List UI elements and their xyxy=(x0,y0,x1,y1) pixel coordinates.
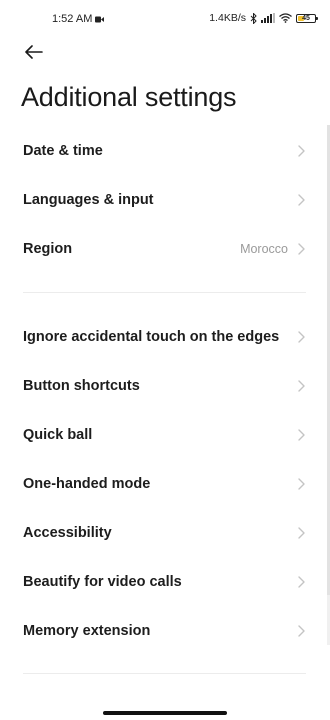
signal-icon xyxy=(261,13,275,23)
chevron-right-icon xyxy=(296,242,306,256)
chevron-right-icon xyxy=(296,624,306,638)
battery-level: 45 xyxy=(302,14,310,22)
settings-item-region[interactable]: Region Morocco xyxy=(0,224,330,273)
settings-item-ignore-touch[interactable]: Ignore accidental touch on the edges xyxy=(0,312,330,361)
chevron-right-icon xyxy=(296,428,306,442)
settings-item-label: Memory extension xyxy=(23,622,151,639)
chevron-right-icon xyxy=(296,477,306,491)
page-title: Additional settings xyxy=(21,82,237,112)
bluetooth-icon xyxy=(250,12,257,24)
region-value: Morocco xyxy=(240,241,288,256)
settings-item-quick-ball[interactable]: Quick ball xyxy=(0,410,330,459)
chevron-right-icon xyxy=(296,144,306,158)
status-bar: 1:52 AM 1.4KB/s 45 xyxy=(0,0,330,38)
section-divider xyxy=(23,292,306,293)
back-button[interactable] xyxy=(20,40,48,64)
section-divider xyxy=(23,673,306,674)
home-indicator[interactable] xyxy=(103,711,227,715)
chevron-right-icon xyxy=(296,379,306,393)
network-speed: 1.4KB/s xyxy=(209,12,246,24)
arrow-left-icon xyxy=(25,45,43,59)
settings-item-label: Quick ball xyxy=(23,426,93,443)
settings-item-label: Ignore accidental touch on the edges xyxy=(23,328,280,345)
settings-item-label: Region xyxy=(23,240,73,257)
settings-item-beautify[interactable]: Beautify for video calls xyxy=(0,557,330,606)
screen: 1:52 AM 1.4KB/s 45 Additional settings D… xyxy=(0,0,330,720)
settings-item-label: Languages & input xyxy=(23,191,154,208)
settings-item-languages-input[interactable]: Languages & input xyxy=(0,175,330,224)
settings-item-label: Date & time xyxy=(23,142,103,159)
settings-item-label: Beautify for video calls xyxy=(23,573,182,590)
status-right: 1.4KB/s 45 xyxy=(209,12,318,24)
video-camera-icon xyxy=(95,16,105,23)
settings-item-accessibility[interactable]: Accessibility xyxy=(0,508,330,557)
status-left: 1:52 AM xyxy=(52,13,105,25)
chevron-right-icon xyxy=(296,193,306,207)
chevron-right-icon xyxy=(296,526,306,540)
chevron-right-icon xyxy=(296,575,306,589)
wifi-icon xyxy=(279,13,292,23)
battery-icon: 45 xyxy=(296,13,318,23)
settings-item-label: One-handed mode xyxy=(23,475,151,492)
settings-item-memory-extension[interactable]: Memory extension xyxy=(0,606,330,655)
settings-item-date-time[interactable]: Date & time xyxy=(0,126,330,175)
settings-item-button-shortcuts[interactable]: Button shortcuts xyxy=(0,361,330,410)
settings-item-one-handed[interactable]: One-handed mode xyxy=(0,459,330,508)
status-time: 1:52 AM xyxy=(52,13,93,25)
settings-item-label: Accessibility xyxy=(23,524,112,541)
chevron-right-icon xyxy=(296,330,306,344)
settings-list: Date & time Languages & input Region Mor… xyxy=(0,126,330,655)
settings-item-label: Button shortcuts xyxy=(23,377,140,394)
